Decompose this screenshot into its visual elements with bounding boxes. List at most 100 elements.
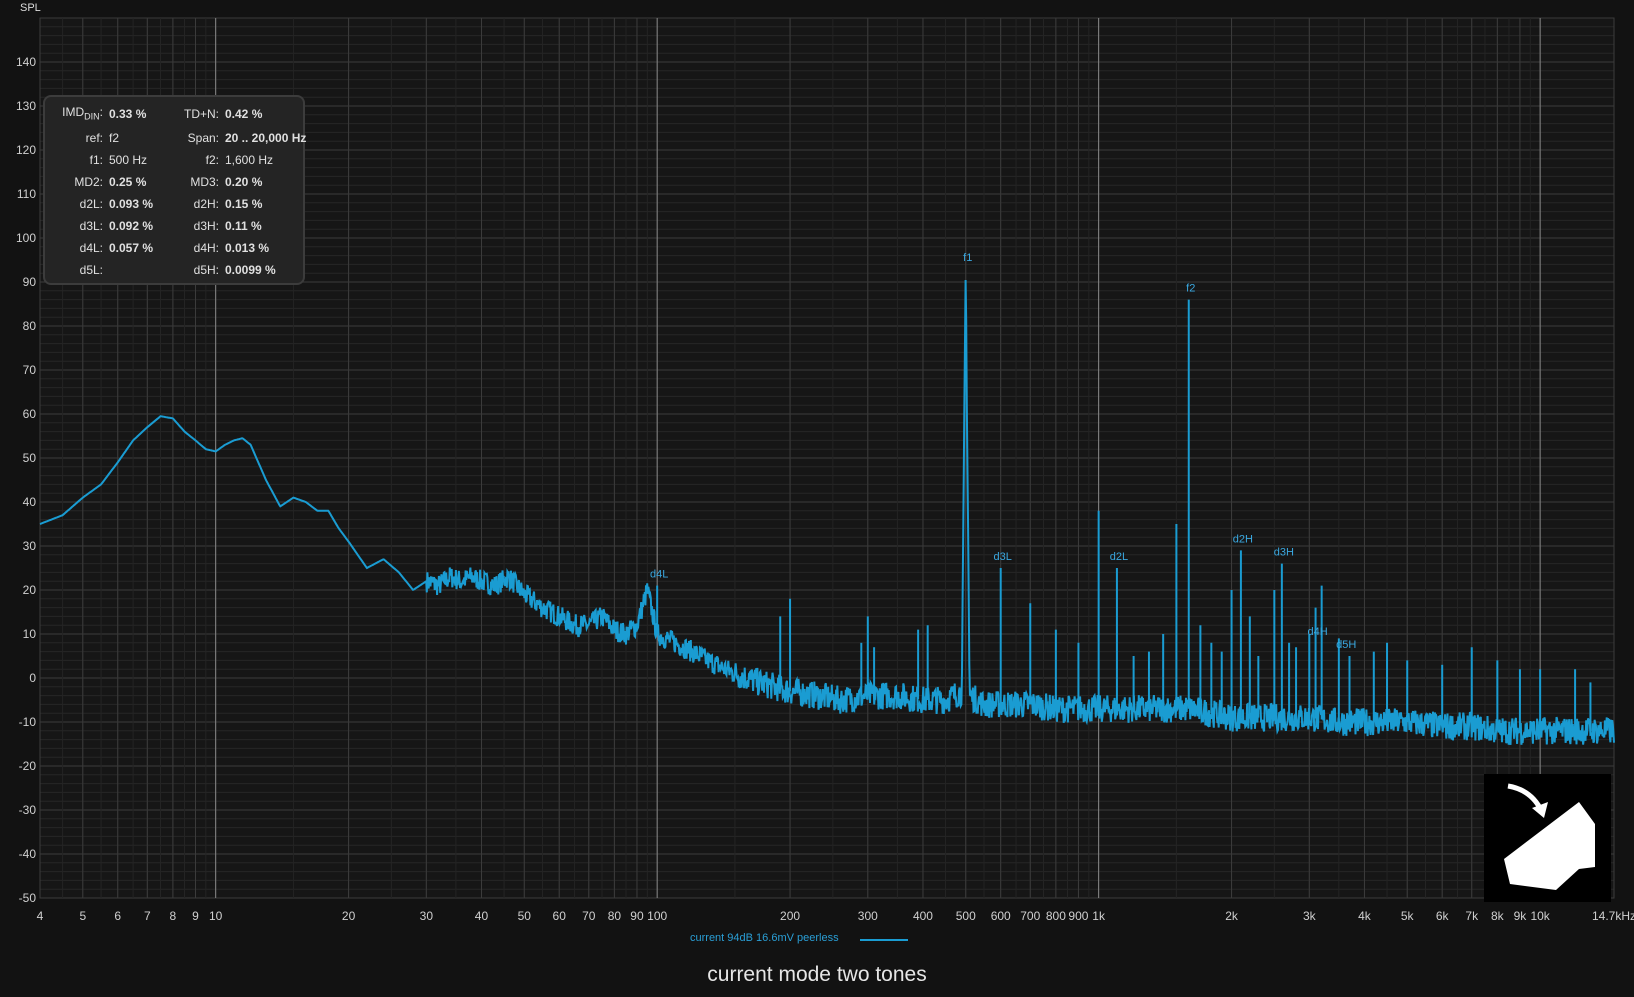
peak-label-d4L: d4L <box>650 569 668 581</box>
x-tick-label: 8 <box>170 909 177 923</box>
md2-value: 0.25 % <box>109 175 147 189</box>
x-tick-label: 6k <box>1436 909 1450 923</box>
ref-value: f2 <box>109 131 120 145</box>
x-tick-label: 4 <box>37 909 44 923</box>
y-tick-label: 130 <box>16 99 36 113</box>
x-tick-label: 60 <box>553 909 567 923</box>
legend-label: current 94dB 16.6mV peerless <box>690 932 839 944</box>
imd-sub-label: DIN <box>84 111 100 122</box>
house-arrow-icon <box>1504 783 1595 890</box>
x-tick-label: 5 <box>79 909 86 923</box>
x-tick-label: 4k <box>1358 909 1372 923</box>
md3-label: MD3: <box>190 175 219 189</box>
x-tick-label: 70 <box>582 909 596 923</box>
x-tick-label: 90 <box>630 909 644 923</box>
x-tick-label: 8k <box>1491 909 1505 923</box>
x-tick-label: 20 <box>342 909 356 923</box>
x-tick-label: 700 <box>1020 909 1040 923</box>
x-tick-label: 300 <box>858 909 878 923</box>
span-label: Span: <box>187 131 219 145</box>
imd-label: IMD <box>62 105 85 119</box>
peak-label-d5H: d5H <box>1336 639 1356 651</box>
y-tick-label: 110 <box>17 187 36 201</box>
x-tick-label: 900 <box>1068 909 1088 923</box>
peak-label-d3L: d3L <box>994 551 1012 563</box>
x-tick-label: 400 <box>913 909 933 923</box>
x-tick-label: 9k <box>1514 909 1528 923</box>
d3h-label: d3H: <box>193 219 219 233</box>
f1-value: 500 Hz <box>109 153 148 167</box>
y-tick-label: -40 <box>19 847 37 861</box>
d4l-label: d4L: <box>79 241 103 255</box>
d5l-label: d5L: <box>79 263 103 277</box>
y-tick-label: -30 <box>19 803 37 817</box>
imd-stats-panel: IMDDIN: 0.33 % TD+N: 0.42 % ref: f2 Span… <box>43 95 307 285</box>
f2-label: f2: <box>205 153 219 167</box>
peak-label-d2L: d2L <box>1110 551 1128 563</box>
d3l-value: 0.092 % <box>109 219 154 233</box>
house-arrow-logo <box>1484 774 1611 902</box>
d2l-value: 0.093 % <box>109 197 154 211</box>
d4h-value: 0.013 % <box>225 241 270 255</box>
x-tick-label: 10 <box>209 909 223 923</box>
x-tick-label: 30 <box>420 909 434 923</box>
y-tick-label: -20 <box>19 759 37 773</box>
d4l-value: 0.057 % <box>109 241 154 255</box>
d2l-label: d2L: <box>79 197 103 211</box>
x-tick-label: 3k <box>1303 909 1317 923</box>
md2-label: MD2: <box>74 175 103 189</box>
y-tick-label: 10 <box>23 627 37 641</box>
legend-line-swatch <box>860 939 908 941</box>
peak-label-f2: f2 <box>1186 283 1195 295</box>
d4h-label: d4H: <box>193 241 219 255</box>
y-tick-label: 140 <box>16 55 36 69</box>
d2h-value: 0.15 % <box>225 197 263 211</box>
x-tick-label: 40 <box>475 909 489 923</box>
d3h-value: 0.11 % <box>225 219 262 233</box>
y-tick-label: 70 <box>23 363 37 377</box>
y-tick-label: 80 <box>23 319 37 333</box>
y-tick-label: -10 <box>19 715 37 729</box>
x-tick-label: 7k <box>1465 909 1479 923</box>
x-tick-label: 800 <box>1046 909 1066 923</box>
md3-value: 0.20 % <box>225 175 263 189</box>
peak-label-f1: f1 <box>963 252 972 264</box>
imd-value: 0.33 % <box>109 107 147 121</box>
chart-title: current mode two tones <box>707 963 927 986</box>
y-tick-label: 40 <box>23 495 37 509</box>
x-tick-label: 600 <box>991 909 1011 923</box>
x-tick-label: 14.7kHz <box>1592 909 1634 923</box>
y-tick-label: -50 <box>19 891 37 905</box>
spectrum-chart: SPL 140 130 120 110 100 90 80 70 60 50 40 30 20 10 0 -1… <box>0 0 1634 997</box>
x-tick-label: 1k <box>1092 909 1106 923</box>
x-tick-label: 500 <box>956 909 976 923</box>
y-tick-label: 120 <box>16 143 36 157</box>
x-tick-label: 5k <box>1401 909 1415 923</box>
y-tick-label: 30 <box>23 539 37 553</box>
x-tick-label: 80 <box>608 909 622 923</box>
y-tick-label: 100 <box>16 231 36 245</box>
y-tick-label: 90 <box>23 275 37 289</box>
y-tick-label: 20 <box>23 583 37 597</box>
x-tick-label: 50 <box>518 909 532 923</box>
x-tick-label: 2k <box>1225 909 1239 923</box>
y-tick-label: 60 <box>23 407 37 421</box>
tdn-value: 0.42 % <box>225 107 263 121</box>
span-value: 20 .. 20,000 Hz <box>225 131 307 145</box>
d2h-label: d2H: <box>193 197 219 211</box>
d5h-value: 0.0099 % <box>225 263 276 277</box>
f1-label: f1: <box>89 153 103 167</box>
x-tick-label: 7 <box>144 909 151 923</box>
ref-label: ref: <box>85 131 103 145</box>
f2-value: 1,600 Hz <box>225 153 274 167</box>
y-tick-label: 0 <box>29 671 36 685</box>
d3l-label: d3L: <box>79 219 103 233</box>
x-tick-label: 10k <box>1530 909 1550 923</box>
tdn-label: TD+N: <box>183 107 219 121</box>
peak-label-d4H: d4H <box>1307 626 1327 638</box>
y-tick-label: 50 <box>23 451 37 465</box>
x-tick-label: 9 <box>192 909 199 923</box>
peak-label-d2H: d2H <box>1233 533 1253 545</box>
d5h-label: d5H: <box>193 263 219 277</box>
x-tick-label: 6 <box>114 909 121 923</box>
